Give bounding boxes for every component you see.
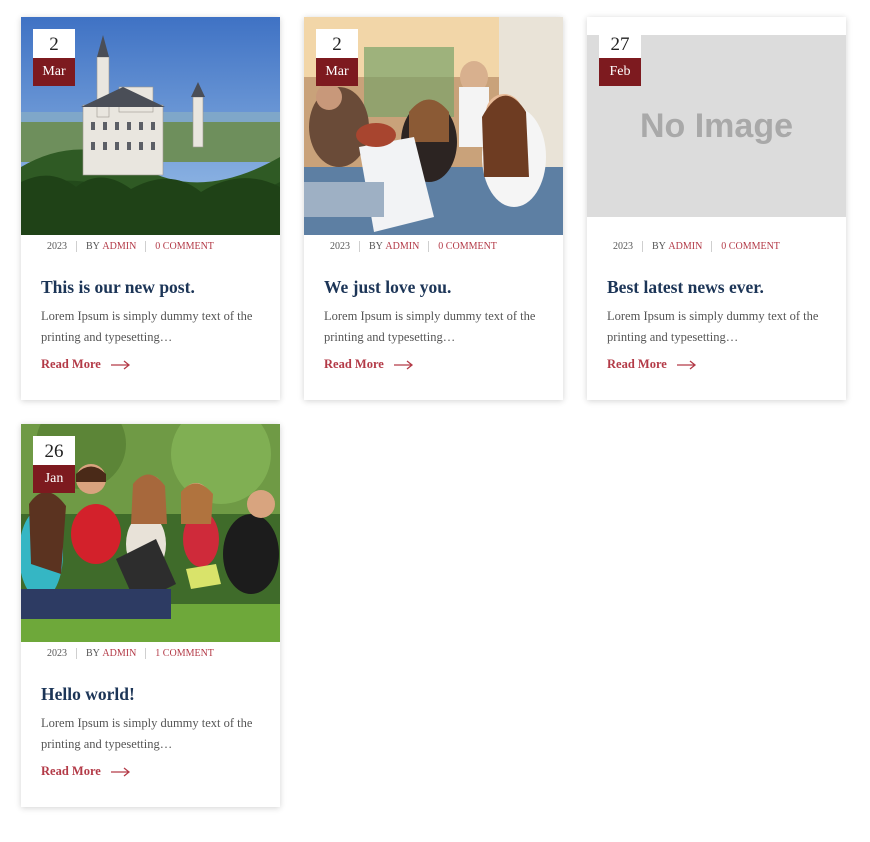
post-by-label: BY (86, 241, 100, 252)
post-year: 2023 (330, 241, 350, 252)
meta-divider (76, 241, 77, 252)
date-month: Feb (599, 58, 641, 86)
post-card: 2 Mar 2023 BY ADMIN 0 COMMENT We just lo… (304, 17, 563, 400)
meta-divider (145, 241, 147, 252)
post-meta: 2023 BY ADMIN 0 COMMENT (330, 241, 497, 252)
read-more-link[interactable]: Read More (41, 357, 131, 372)
date-badge: 2 Mar (33, 29, 75, 86)
post-author-link[interactable]: ADMIN (102, 241, 136, 252)
post-title[interactable]: Hello world! (41, 684, 135, 705)
meta-divider (642, 241, 643, 252)
read-more-link[interactable]: Read More (607, 357, 697, 372)
post-year: 2023 (47, 241, 67, 252)
post-author-link[interactable]: ADMIN (385, 241, 419, 252)
read-more-label: Read More (607, 357, 667, 371)
post-by-label: BY (369, 241, 383, 252)
post-image[interactable]: 2 Mar (304, 17, 563, 235)
post-comments-link[interactable]: 1 COMMENT (155, 648, 214, 659)
date-badge: 27 Feb (599, 29, 641, 86)
post-image[interactable]: No Image 27 Feb (587, 17, 846, 235)
post-title[interactable]: Best latest news ever. (607, 277, 764, 298)
date-badge: 2 Mar (316, 29, 358, 86)
read-more-link[interactable]: Read More (41, 764, 131, 779)
read-more-label: Read More (41, 764, 101, 778)
post-excerpt: Lorem Ipsum is simply dummy text of the … (41, 716, 253, 751)
post-year: 2023 (613, 241, 633, 252)
date-day: 27 (599, 29, 641, 58)
post-card: No Image 27 Feb 2023 BY ADMIN 0 COMMENT … (587, 17, 846, 400)
post-image[interactable]: 26 Jan (21, 424, 280, 642)
no-image-text: No Image (639, 106, 794, 145)
post-meta: 2023 BY ADMIN 0 COMMENT (613, 241, 780, 252)
arrow-right-icon (393, 359, 413, 370)
post-meta: 2023 BY ADMIN 1 COMMENT (47, 648, 214, 659)
post-comments-link[interactable]: 0 COMMENT (438, 241, 497, 252)
post-excerpt: Lorem Ipsum is simply dummy text of the … (324, 309, 536, 344)
date-day: 26 (33, 436, 75, 465)
date-month: Jan (33, 465, 75, 493)
date-day: 2 (33, 29, 75, 58)
post-excerpt: Lorem Ipsum is simply dummy text of the … (41, 309, 253, 344)
post-comments-link[interactable]: 0 COMMENT (721, 241, 780, 252)
post-card: 2 Mar 2023 BY ADMIN 0 COMMENT This is ou… (21, 17, 280, 400)
arrow-right-icon (110, 359, 130, 370)
read-more-link[interactable]: Read More (324, 357, 414, 372)
post-title[interactable]: This is our new post. (41, 277, 195, 298)
post-author-link[interactable]: ADMIN (102, 648, 136, 659)
arrow-right-icon (676, 359, 696, 370)
meta-divider (145, 648, 147, 659)
date-badge: 26 Jan (33, 436, 75, 493)
post-meta: 2023 BY ADMIN 0 COMMENT (47, 241, 214, 252)
post-card: 26 Jan 2023 BY ADMIN 1 COMMENT Hello wor… (21, 424, 280, 807)
date-month: Mar (33, 58, 75, 86)
meta-divider (428, 241, 430, 252)
post-by-label: BY (86, 648, 100, 659)
date-day: 2 (316, 29, 358, 58)
meta-divider (76, 648, 77, 659)
post-excerpt: Lorem Ipsum is simply dummy text of the … (607, 309, 819, 344)
post-title[interactable]: We just love you. (324, 277, 451, 298)
arrow-right-icon (110, 766, 130, 777)
meta-divider (359, 241, 360, 252)
post-by-label: BY (652, 241, 666, 252)
read-more-label: Read More (324, 357, 384, 371)
read-more-label: Read More (41, 357, 101, 371)
post-author-link[interactable]: ADMIN (668, 241, 702, 252)
post-year: 2023 (47, 648, 67, 659)
meta-divider (711, 241, 713, 252)
post-image[interactable]: 2 Mar (21, 17, 280, 235)
date-month: Mar (316, 58, 358, 86)
post-comments-link[interactable]: 0 COMMENT (155, 241, 214, 252)
